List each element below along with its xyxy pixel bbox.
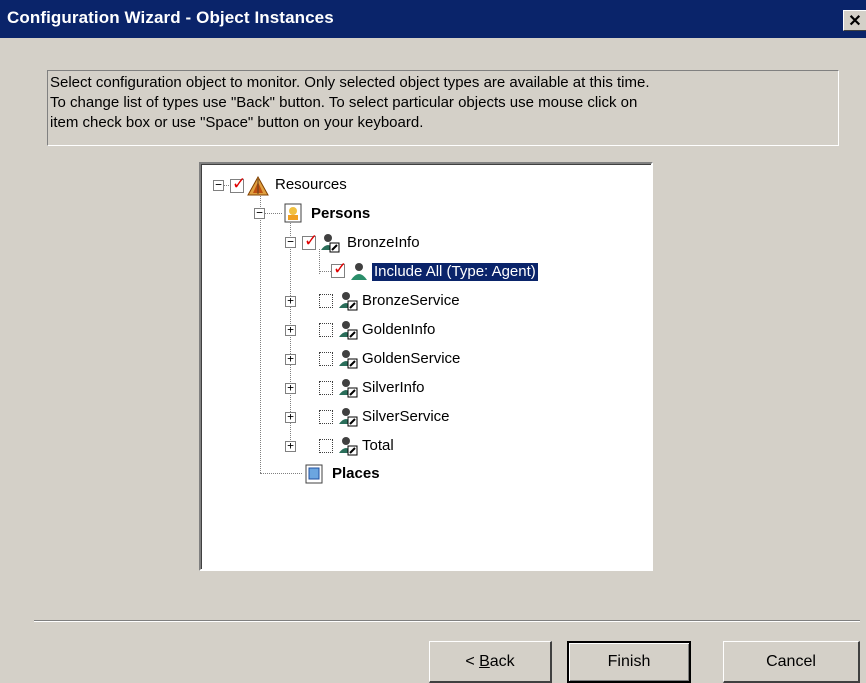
close-icon: ✕ <box>848 12 862 30</box>
agent-group-icon <box>339 321 358 340</box>
finish-button[interactable]: Finish <box>567 641 691 683</box>
silverservice-checkbox[interactable] <box>319 410 333 424</box>
agent-group-icon <box>321 234 340 253</box>
agent-icon <box>351 263 367 280</box>
resources-icon <box>247 176 269 196</box>
tree-content: − ✓ Resources − Persons − ✓ BronzeInfo ✓ <box>201 164 651 569</box>
back-button-mnemonic: B <box>479 652 490 670</box>
collapse-persons-toggle[interactable]: − <box>254 207 265 219</box>
back-button-prefix: < <box>465 652 480 670</box>
expand-silverinfo-toggle[interactable]: + <box>285 382 296 394</box>
total-checkbox[interactable] <box>319 439 333 453</box>
cancel-button[interactable]: Cancel <box>723 641 860 683</box>
expand-silverservice-toggle[interactable]: + <box>285 411 296 423</box>
tree-line-places <box>260 473 302 474</box>
finish-button-label: Finish <box>607 653 651 670</box>
tree-line-root <box>260 193 261 473</box>
tree-node-resources[interactable]: Resources <box>275 176 347 194</box>
tree-node-goldeninfo[interactable]: GoldenInfo <box>362 321 435 339</box>
check-mark-icon: ✓ <box>232 174 247 194</box>
close-button[interactable]: ✕ <box>843 10 866 31</box>
agent-group-icon <box>339 350 358 369</box>
goldeninfo-checkbox[interactable] <box>319 323 333 337</box>
check-mark-icon: ✓ <box>333 259 348 279</box>
instructions-line-3: item check box or use "Space" button on … <box>50 114 424 131</box>
bronzeservice-checkbox[interactable] <box>319 294 333 308</box>
tree-node-silverservice[interactable]: SilverService <box>362 408 450 426</box>
places-folder-icon <box>305 464 323 484</box>
bronzeinfo-checkbox[interactable]: ✓ <box>302 231 319 251</box>
back-button-rest: ack <box>489 652 515 670</box>
include-all-checkbox[interactable]: ✓ <box>331 259 348 279</box>
separator-highlight <box>34 621 860 622</box>
title-bar: Configuration Wizard - Object Instances … <box>0 0 866 38</box>
expand-bronzeservice-toggle[interactable]: + <box>285 295 296 307</box>
back-button[interactable]: < Back <box>429 641 552 683</box>
agent-group-icon <box>339 437 358 456</box>
silverinfo-checkbox[interactable] <box>319 381 333 395</box>
instructions-panel: Select configuration object to monitor. … <box>47 70 839 146</box>
tree-node-bronzeinfo[interactable]: BronzeInfo <box>347 234 420 252</box>
expand-goldenservice-toggle[interactable]: + <box>285 353 296 365</box>
agent-group-icon <box>339 292 358 311</box>
tree-node-goldenservice[interactable]: GoldenService <box>362 350 460 368</box>
instructions-line-2: To change list of types use "Back" butto… <box>50 94 638 111</box>
tree-node-persons[interactable]: Persons <box>311 205 370 223</box>
collapse-bronzeinfo-toggle[interactable]: − <box>285 236 296 248</box>
expand-goldeninfo-toggle[interactable]: + <box>285 324 296 336</box>
cancel-button-label: Cancel <box>766 652 816 670</box>
persons-folder-icon <box>284 203 302 223</box>
tree-node-silverinfo[interactable]: SilverInfo <box>362 379 425 397</box>
goldenservice-checkbox[interactable] <box>319 352 333 366</box>
agent-group-icon <box>339 379 358 398</box>
check-mark-icon: ✓ <box>304 231 319 251</box>
instructions-line-1: Select configuration object to monitor. … <box>50 74 650 91</box>
tree-node-include-all[interactable]: Include All (Type: Agent) <box>371 262 539 282</box>
collapse-resources-toggle[interactable]: − <box>213 179 224 191</box>
expand-total-toggle[interactable]: + <box>285 440 296 452</box>
object-tree[interactable]: − ✓ Resources − Persons − ✓ BronzeInfo ✓ <box>199 162 653 571</box>
window-title: Configuration Wizard - Object Instances <box>7 8 334 27</box>
resources-checkbox[interactable]: ✓ <box>230 174 247 194</box>
agent-group-icon <box>339 408 358 427</box>
tree-node-total[interactable]: Total <box>362 437 394 455</box>
tree-node-bronzeservice[interactable]: BronzeService <box>362 292 460 310</box>
tree-node-places[interactable]: Places <box>332 465 380 483</box>
